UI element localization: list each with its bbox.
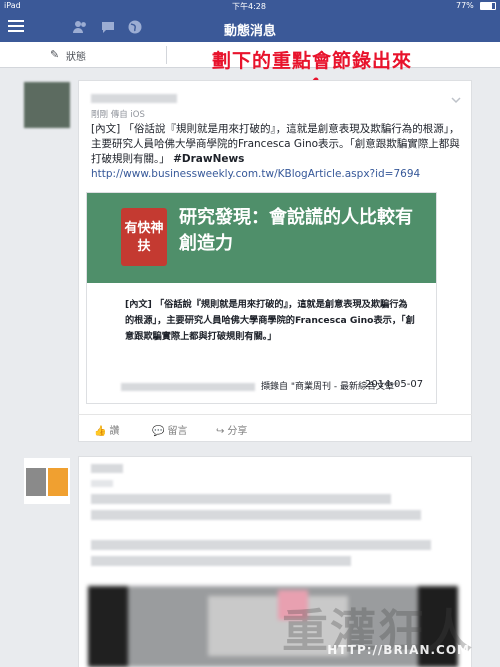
preview-date: 2014-05-07: [365, 379, 424, 390]
comment-button[interactable]: 💬 留言: [152, 422, 187, 437]
nav-bar: 動態消息: [0, 12, 500, 42]
like-button[interactable]: 👍 讚: [94, 422, 119, 437]
post-text: [91, 494, 391, 504]
chevron-down-icon[interactable]: [451, 95, 461, 105]
like-label: 讚: [109, 426, 120, 437]
share-button[interactable]: ↪ 分享: [216, 422, 247, 437]
clock: 下午4:28: [232, 2, 266, 11]
post-text: [91, 540, 431, 550]
share-label: 分享: [227, 426, 248, 437]
post-actions: 👍 讚 💬 留言 ↪ 分享: [78, 414, 472, 442]
avatar[interactable]: [24, 458, 70, 504]
carrier-label: iPad: [4, 1, 21, 10]
comment-label: 留言: [167, 426, 188, 437]
preview-banner: 有快神扶 研究發現：會說謊的人比較有創造力: [87, 193, 436, 283]
brand-logo: 有快神扶: [121, 208, 167, 266]
divider: [166, 46, 167, 64]
thumbs-up-icon: 👍: [94, 426, 107, 437]
author-name[interactable]: [91, 464, 123, 473]
post-link[interactable]: http://www.businessweekly.com.tw/KBlogAr…: [91, 168, 420, 180]
battery-level: 77%: [456, 1, 474, 10]
annotation-caption: 劃下的重點會節錄出來: [212, 50, 413, 72]
author-name[interactable]: [91, 94, 177, 103]
edit-icon: ✎: [50, 48, 60, 61]
post-meta: [91, 480, 113, 487]
hashtag-link[interactable]: #DrawNews: [173, 153, 244, 165]
preview-headline: 研究發現：會說謊的人比較有創造力: [179, 207, 413, 254]
page-title: 動態消息: [223, 24, 276, 39]
post-text: [內文] 「俗話說『規則就是用來打破的』，這就是創意表現及欺騙行為的根源」，主要…: [91, 123, 460, 165]
shared-link-preview[interactable]: 有快神扶 研究發現：會說謊的人比較有創造力 [內文] 「俗話說『規則就是用來打破…: [86, 192, 437, 404]
battery-icon: [480, 2, 496, 10]
post-body: [內文] 「俗話說『規則就是用來打破的』，這就是創意表現及欺騙行為的根源」，主要…: [91, 122, 466, 182]
post-text: [91, 510, 421, 520]
preview-author: [121, 383, 255, 391]
status-bar: iPad 下午4:28 77%: [0, 0, 500, 12]
preview-excerpt: [內文] 「俗話說『規則就是用來打破的』，這就是創意表現及欺騙行為的根源」，主要…: [125, 299, 415, 342]
post-meta: 剛剛 傳自 iOS: [91, 110, 145, 120]
comment-icon: 💬: [152, 426, 165, 437]
avatar[interactable]: [24, 82, 70, 128]
share-icon: ↪: [216, 426, 225, 437]
watermark-url: HTTP://BRIAN.COM: [327, 643, 470, 657]
post-text: [91, 556, 351, 566]
status-button[interactable]: 狀態: [66, 48, 86, 63]
divider: [78, 414, 472, 415]
